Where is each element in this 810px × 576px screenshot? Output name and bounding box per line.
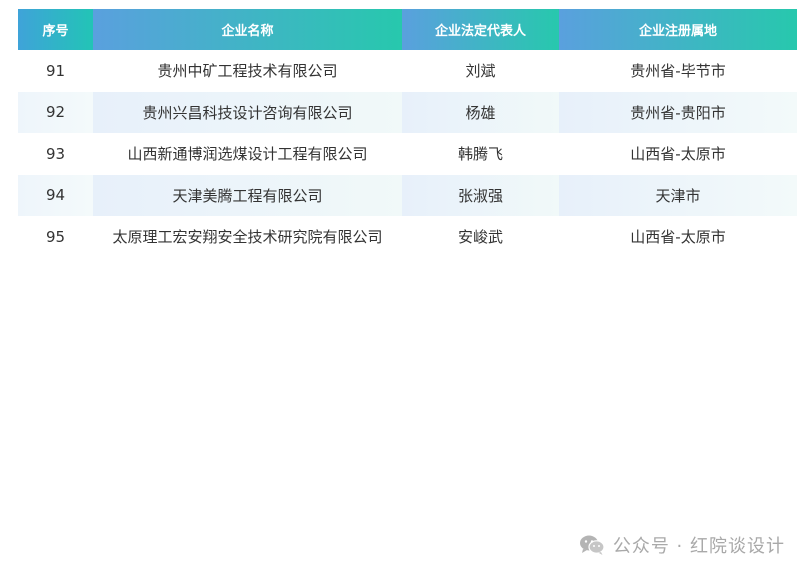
cell-seq: 93	[18, 133, 93, 175]
table-row: 93 山西新通博润选煤设计工程有限公司 韩腾飞 山西省-太原市	[18, 133, 797, 175]
enterprise-table: 序号 企业名称 企业法定代表人 企业注册属地 91 贵州中矿工程技术有限公司 刘…	[18, 9, 797, 258]
cell-seq: 95	[18, 216, 93, 258]
cell-legal-rep: 刘斌	[402, 50, 559, 92]
cell-legal-rep: 杨雄	[402, 91, 559, 133]
table-row: 94 天津美腾工程有限公司 张淑强 天津市	[18, 174, 797, 216]
cell-company-name: 贵州中矿工程技术有限公司	[93, 50, 402, 92]
table-row: 95 太原理工宏安翔安全技术研究院有限公司 安峻武 山西省-太原市	[18, 216, 797, 258]
table-header: 序号 企业名称 企业法定代表人 企业注册属地	[18, 9, 797, 50]
cell-seq: 92	[18, 91, 93, 133]
cell-legal-rep: 韩腾飞	[402, 133, 559, 175]
cell-seq: 94	[18, 174, 93, 216]
cell-location: 山西省-太原市	[559, 133, 797, 175]
header-legal-rep: 企业法定代表人	[402, 9, 559, 50]
page: 序号 企业名称 企业法定代表人 企业注册属地 91 贵州中矿工程技术有限公司 刘…	[0, 0, 810, 576]
table-row: 92 贵州兴昌科技设计咨询有限公司 杨雄 贵州省-贵阳市	[18, 91, 797, 133]
header-seq: 序号	[18, 9, 93, 50]
watermark: 公众号 · 红院谈设计	[579, 531, 785, 559]
cell-location: 山西省-太原市	[559, 216, 797, 258]
cell-legal-rep: 安峻武	[402, 216, 559, 258]
header-row: 序号 企业名称 企业法定代表人 企业注册属地	[18, 9, 797, 50]
header-company-name: 企业名称	[93, 9, 402, 50]
cell-company-name: 太原理工宏安翔安全技术研究院有限公司	[93, 216, 402, 258]
cell-company-name: 山西新通博润选煤设计工程有限公司	[93, 133, 402, 175]
watermark-text: 公众号 · 红院谈设计	[612, 536, 785, 557]
wechat-icon	[579, 534, 605, 556]
table-body: 91 贵州中矿工程技术有限公司 刘斌 贵州省-毕节市 92 贵州兴昌科技设计咨询…	[18, 50, 797, 258]
cell-seq: 91	[18, 50, 93, 92]
cell-company-name: 贵州兴昌科技设计咨询有限公司	[93, 91, 402, 133]
table-row: 91 贵州中矿工程技术有限公司 刘斌 贵州省-毕节市	[18, 50, 797, 92]
cell-legal-rep: 张淑强	[402, 174, 559, 216]
header-registered-location: 企业注册属地	[559, 9, 797, 50]
cell-location: 贵州省-贵阳市	[559, 91, 797, 133]
cell-company-name: 天津美腾工程有限公司	[93, 174, 402, 216]
cell-location: 贵州省-毕节市	[559, 50, 797, 92]
cell-location: 天津市	[559, 174, 797, 216]
